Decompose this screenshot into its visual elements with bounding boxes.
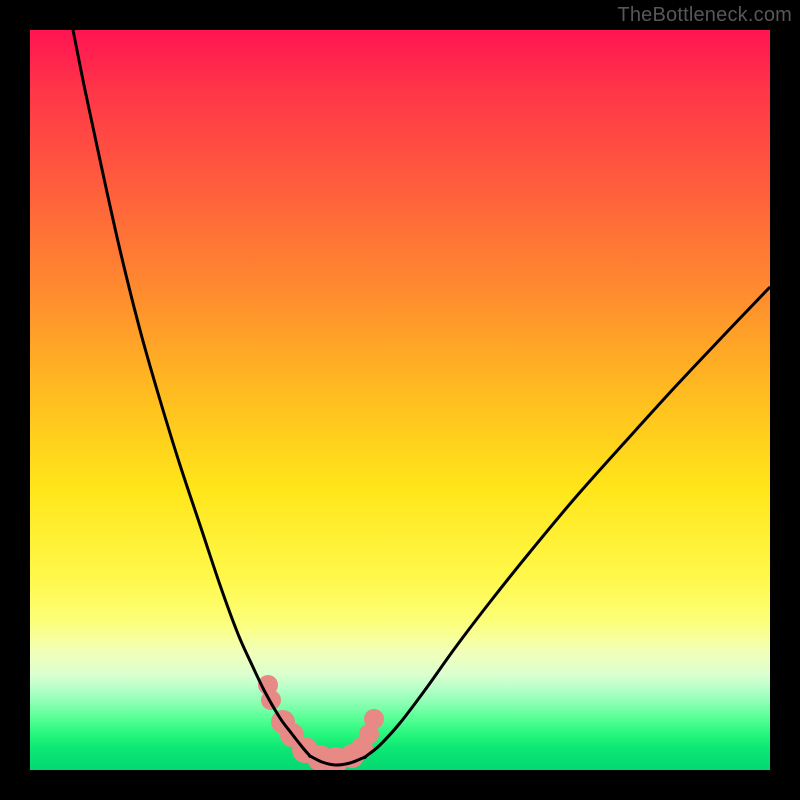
bottleneck-curve: [73, 30, 770, 765]
chart-frame: TheBottleneck.com: [0, 0, 800, 800]
plot-area: [30, 30, 770, 770]
watermark-text: TheBottleneck.com: [617, 4, 792, 27]
data-point-marker: [364, 709, 384, 729]
curve-layer: [30, 30, 770, 770]
